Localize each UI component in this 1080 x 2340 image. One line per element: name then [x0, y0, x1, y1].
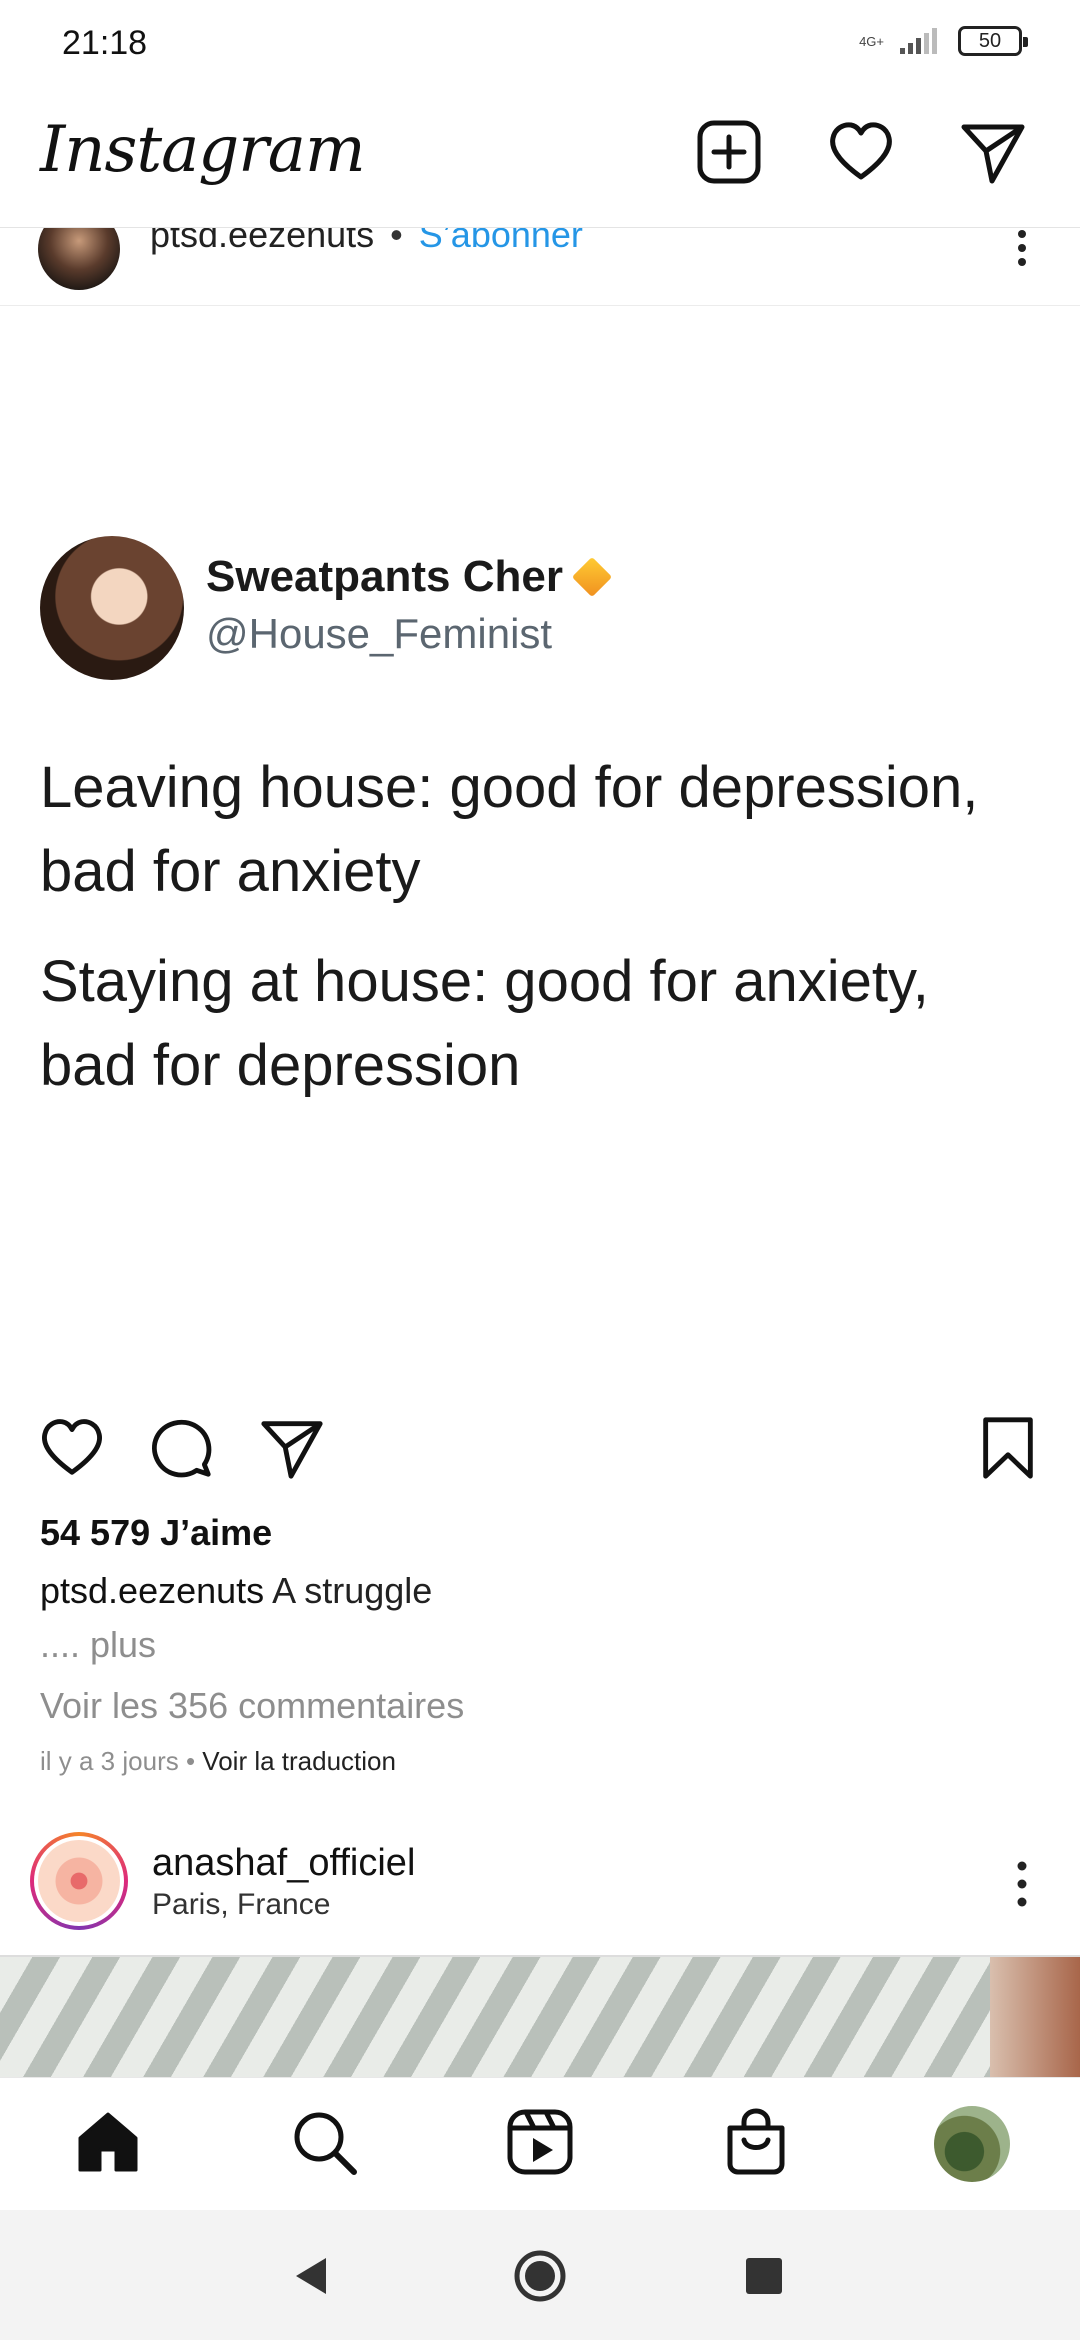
- battery-level: 50: [978, 29, 1002, 52]
- caption-more-link[interactable]: .... plus: [40, 1624, 156, 1666]
- post-meta: il y a 3 jours • Voir la traduction: [40, 1746, 396, 1777]
- bookmark-icon[interactable]: [974, 1414, 1042, 1482]
- post-header: ptsd.eezenuts • S’abonner: [0, 208, 1080, 306]
- meta-separator: •: [178, 1746, 203, 1776]
- home-button-icon[interactable]: [512, 2248, 568, 2304]
- battery-icon: 50: [958, 26, 1028, 56]
- post-timestamp: il y a 3 jours: [40, 1746, 179, 1776]
- more-options-icon[interactable]: [1012, 1860, 1032, 1908]
- post-caption: ptsd.eezenuts A struggle: [40, 1570, 432, 1612]
- direct-message-icon[interactable]: [958, 117, 1028, 187]
- tweet-text-line: bad for depression: [40, 1033, 521, 1098]
- home-icon[interactable]: [72, 2106, 144, 2178]
- like-count[interactable]: 54 579 J’aime: [40, 1512, 272, 1554]
- tweet-text-line: bad for anxiety: [40, 839, 421, 904]
- next-post-image[interactable]: [0, 1955, 1080, 2079]
- status-bar: 21:18 4G+ 50: [0, 0, 1080, 95]
- signal-icon: [900, 28, 937, 54]
- story-ring[interactable]: [30, 1832, 128, 1930]
- next-post-header: anashaf_officiel Paris, France: [0, 1830, 1080, 1955]
- new-post-icon[interactable]: [694, 117, 764, 187]
- tweet-author-avatar: [40, 536, 184, 680]
- app-header: Instagram: [0, 95, 1080, 228]
- status-time: 21:18: [62, 24, 148, 62]
- caption-text: A struggle: [264, 1570, 433, 1611]
- network-label: 4G+: [859, 33, 884, 49]
- search-icon[interactable]: [288, 2106, 360, 2178]
- instagram-logo[interactable]: Instagram: [40, 113, 366, 187]
- tweet-text-line: Leaving house: good for depression,: [40, 755, 979, 820]
- post-image[interactable]: Sweatpants Cher @House_Feminist Leaving …: [0, 306, 1080, 1386]
- tweet-text-line: Staying at house: good for anxiety,: [40, 949, 929, 1014]
- caption-username[interactable]: ptsd.eezenuts: [40, 1570, 264, 1611]
- profile-avatar[interactable]: [934, 2106, 1010, 2182]
- bottom-navigation: [0, 2077, 1080, 2210]
- tweet-author-name-row: Sweatpants Cher: [206, 552, 613, 602]
- verified-badge-icon: [571, 556, 613, 598]
- comment-icon[interactable]: [148, 1414, 216, 1482]
- reels-icon[interactable]: [504, 2106, 576, 2178]
- next-post-location[interactable]: Paris, France: [152, 1888, 330, 1922]
- share-icon[interactable]: [258, 1414, 326, 1482]
- heart-icon[interactable]: [826, 117, 896, 187]
- next-post-avatar: [38, 1840, 120, 1922]
- status-indicators: 4G+ 50: [859, 26, 1028, 56]
- more-options-icon[interactable]: [1012, 228, 1032, 268]
- see-translation-link[interactable]: Voir la traduction: [202, 1746, 396, 1776]
- system-navigation: [0, 2210, 1080, 2340]
- like-icon[interactable]: [38, 1414, 106, 1482]
- shop-icon[interactable]: [720, 2106, 792, 2178]
- tweet-author-handle: @House_Feminist: [206, 610, 553, 657]
- tweet-author-name: Sweatpants Cher: [206, 552, 563, 601]
- post-actions: [0, 1410, 1080, 1490]
- back-icon[interactable]: [284, 2248, 340, 2304]
- next-post-username[interactable]: anashaf_officiel: [152, 1842, 415, 1885]
- recents-icon[interactable]: [736, 2248, 792, 2304]
- view-comments-link[interactable]: Voir les 356 commentaires: [40, 1685, 464, 1727]
